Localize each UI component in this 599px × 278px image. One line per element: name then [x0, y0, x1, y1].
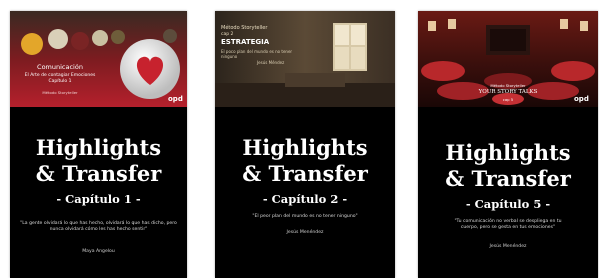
- quote-author: Jesús Menéndez: [489, 244, 527, 249]
- highlights-title: Highlights: [445, 140, 571, 165]
- quote-text: "La gente olvidará lo que has hecho, olv…: [20, 221, 177, 232]
- cover-author: Jesús Méndez: [257, 60, 285, 65]
- cover-part: Capítulo 1: [48, 79, 72, 84]
- brand-logo: opd: [574, 95, 589, 103]
- highlights-title: Highlights: [35, 135, 162, 160]
- cover-part: cap 2: [221, 32, 234, 37]
- quote-text: "El peor plan del mundo es no tener ning…: [252, 214, 358, 219]
- transfer-title: & Transfer: [35, 161, 162, 186]
- cover-image-chapter-1: Comunicación El Arte de contagiar Emocio…: [10, 11, 187, 107]
- book-card-chapter-1[interactable]: Comunicación El Arte de contagiar Emocio…: [10, 11, 187, 278]
- transfer-title: & Transfer: [445, 166, 571, 191]
- chapter-label: - Capítulo 1 -: [56, 192, 141, 206]
- chapter-label: - Capítulo 2 -: [262, 192, 348, 206]
- cover-series: Método Storyteller: [221, 25, 268, 31]
- quote-author: Maya Angelou: [82, 249, 115, 254]
- chapter-label: - Capítulo 5 -: [465, 197, 551, 211]
- highlights-title: Highlights: [242, 135, 368, 160]
- cover-image-chapter-2: Método Storyteller cap 2 ESTRATEGIA El p…: [215, 11, 395, 107]
- cover-subtitle: El poco plan del mundo es no tener ningu…: [221, 49, 293, 59]
- cover-title: ESTRATEGIA: [221, 38, 270, 46]
- cover-part: cap 5: [502, 97, 514, 102]
- cover-title: YOUR STORY TALKS: [478, 89, 538, 95]
- brand-logo: opd: [168, 95, 183, 103]
- cover-series: Método Storyteller: [490, 83, 526, 88]
- book-card-chapter-5[interactable]: Método Storyteller YOUR STORY TALKS cap …: [418, 11, 598, 278]
- cover-subtitle: El Arte de contagiar Emociones: [24, 73, 96, 78]
- quote-text: "Tu comunicación no verbal se despliega …: [454, 219, 562, 230]
- quote-author: Jesús Menéndez: [286, 230, 324, 235]
- transfer-title: & Transfer: [242, 161, 368, 186]
- book-card-chapter-2[interactable]: Método Storyteller cap 2 ESTRATEGIA El p…: [215, 11, 395, 278]
- cover-title: Comunicación: [37, 63, 83, 71]
- cover-image-chapter-5: Método Storyteller YOUR STORY TALKS cap …: [418, 11, 598, 107]
- cover-series: Método Storyteller: [42, 90, 78, 95]
